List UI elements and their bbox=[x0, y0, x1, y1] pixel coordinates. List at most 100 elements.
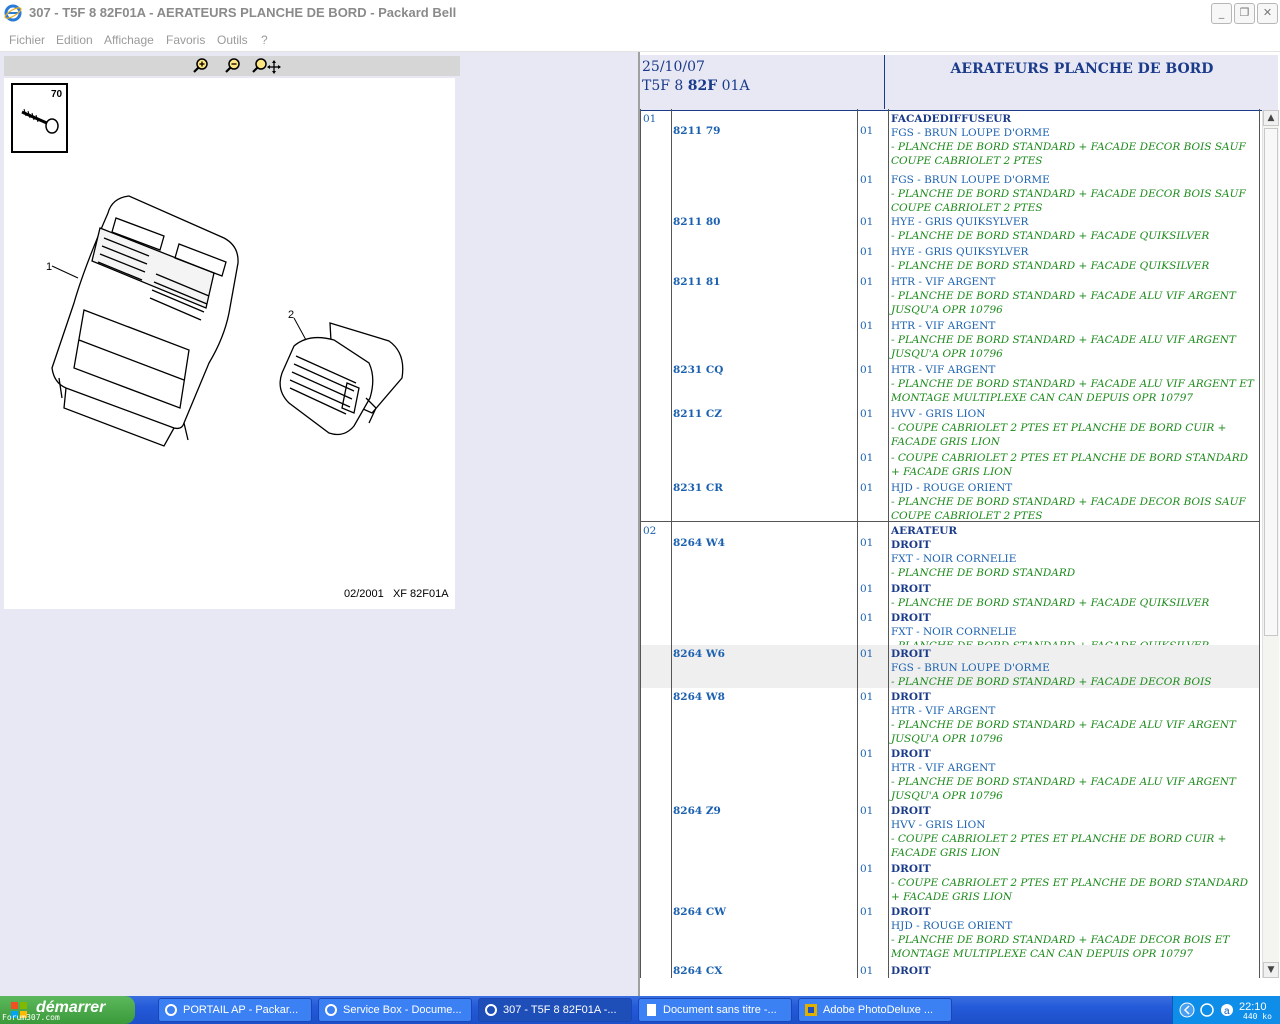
menu-favoris[interactable]: Favoris bbox=[166, 33, 205, 47]
table-row[interactable]: 01 - COUPE CABRIOLET 2 PTES ET PLANCHE DE… bbox=[640, 449, 1260, 479]
zoom-out-icon[interactable] bbox=[224, 57, 242, 75]
color-code: HYE - GRIS QUIKSYLVER bbox=[891, 216, 1029, 228]
menu-outils[interactable]: Outils bbox=[217, 33, 248, 47]
internet-explorer-icon bbox=[165, 1004, 177, 1016]
part-description: HYE - GRIS QUIKSYLVER - PLANCHE DE BORD S… bbox=[891, 215, 1257, 243]
callout-1: 1 bbox=[46, 261, 52, 273]
start-watermark: Forum307.com bbox=[2, 1013, 60, 1022]
table-row[interactable]: 8211 80 01 HYE - GRIS QUIKSYLVER - PLANCHE … bbox=[640, 213, 1260, 243]
task-307-aerateurs[interactable]: 307 - T5F 8 82F01A -... bbox=[478, 998, 632, 1022]
column-divider bbox=[671, 109, 672, 978]
scroll-thumb[interactable] bbox=[1264, 128, 1278, 636]
table-row[interactable]: 8231 CR 01 HJD - ROUGE ORIENT - PLANCHE DE … bbox=[640, 479, 1260, 522]
scroll-up-arrow-icon[interactable]: ▲ bbox=[1263, 110, 1279, 126]
part-description: FGS - BRUN LOUPE D'ORME - PLANCHE DE BORD… bbox=[891, 173, 1257, 215]
application-note: - COUPE CABRIOLET 2 PTES ET PLANCHE DE B… bbox=[891, 833, 1227, 859]
header-reference: T5F 8 82F 01A bbox=[642, 78, 750, 94]
parts-header: 25/10/07 T5F 8 82F 01A AERATEURS PLANCHE… bbox=[640, 55, 1278, 111]
table-row[interactable]: 8264 Z9 01 DROIT HVV - GRIS LION - COUPE CAB… bbox=[640, 802, 1260, 860]
part-description: HJD - ROUGE ORIENT - PLANCHE DE BORD STAN… bbox=[891, 481, 1257, 523]
quantity: 01 bbox=[860, 408, 874, 420]
part-heading: AERATEUR bbox=[891, 525, 958, 537]
task-adobe-photodeluxe[interactable]: Adobe PhotoDeluxe ... bbox=[798, 998, 952, 1022]
scroll-down-arrow-icon[interactable]: ▼ bbox=[1263, 962, 1279, 978]
start-button[interactable]: démarrer Forum307.com bbox=[0, 996, 135, 1024]
quantity: 01 bbox=[860, 965, 874, 977]
task-portail[interactable]: PORTAIL AP - Packar... bbox=[158, 998, 312, 1022]
table-row[interactable]: 8264 W6 01 DROIT FGS - BRUN LOUPE D'ORME - P… bbox=[640, 645, 1260, 688]
table-row[interactable]: 01 DROIT - COUPE CABRIOLET 2 PTES ET PLANC… bbox=[640, 860, 1260, 903]
application-note: - PLANCHE DE BORD STANDARD + FACADE ALU … bbox=[891, 719, 1236, 745]
menu-help[interactable]: ? bbox=[261, 33, 268, 47]
menu-edition[interactable]: Edition bbox=[56, 33, 93, 47]
network-icon[interactable] bbox=[1199, 1002, 1215, 1018]
minimize-button[interactable]: _ bbox=[1211, 3, 1232, 24]
part-number: 8264 Z9 bbox=[673, 805, 721, 817]
color-code: FXT - NOIR CORNELIE bbox=[891, 626, 1017, 638]
table-row[interactable]: 8264 CW 01 DROIT HJD - ROUGE ORIENT - PLANCH… bbox=[640, 903, 1260, 962]
table-row[interactable]: 01 HYE - GRIS QUIKSYLVER - PLANCHE DE BORD… bbox=[640, 243, 1260, 273]
part-description: DROIT bbox=[891, 964, 1257, 978]
header-title-cell: AERATEURS PLANCHE DE BORD bbox=[884, 55, 1279, 109]
table-row[interactable]: 01DROITFXT - NOIR CORNELIE- PLANCHE DE B… bbox=[640, 609, 1260, 652]
leader-line-1 bbox=[51, 265, 79, 279]
table-row[interactable]: 01 FGS - BRUN LOUPE D'ORME - PLANCHE DE BO… bbox=[640, 171, 1260, 215]
part-heading: DROIT bbox=[891, 748, 931, 760]
quantity: 01 bbox=[860, 320, 874, 332]
quantity: 01 bbox=[860, 906, 874, 918]
leader-line-2 bbox=[293, 317, 307, 341]
color-code: HJD - ROUGE ORIENT bbox=[891, 482, 1013, 494]
color-code: HTR - VIF ARGENT bbox=[891, 276, 996, 288]
table-row[interactable]: 01 DROIT HTR - VIF ARGENT - PLANCHE DE BORD… bbox=[640, 745, 1260, 802]
table-row[interactable]: 8211 81 01 HTR - VIF ARGENT - PLANCHE DE BO… bbox=[640, 273, 1260, 317]
table-row[interactable]: 01 8211 79 01 FACADEDIFFUSEUR FGS - BRUN LOU… bbox=[640, 110, 1260, 171]
group-number: 01 bbox=[643, 113, 657, 125]
table-row[interactable]: 01 HTR - VIF ARGENT - PLANCHE DE BORD STAN… bbox=[640, 317, 1260, 361]
part-number: 8264 W6 bbox=[673, 648, 725, 660]
ref-suffix: 01A bbox=[717, 78, 750, 94]
application-note: - PLANCHE DE BORD STANDARD + FACADE DECO… bbox=[891, 934, 1230, 960]
system-tray: a 22:10 440 ko bbox=[1172, 996, 1280, 1024]
vertical-scrollbar[interactable]: ▲ ▼ bbox=[1262, 110, 1279, 978]
application-note: - PLANCHE DE BORD STANDARD + FACADE DECO… bbox=[891, 188, 1246, 214]
task-document-sans-titre[interactable]: Document sans titre -... bbox=[638, 998, 792, 1022]
quantity: 01 bbox=[860, 691, 874, 703]
caption-date: 02/2001 bbox=[344, 588, 384, 600]
restore-button[interactable]: ❐ bbox=[1234, 3, 1255, 24]
menu-affichage[interactable]: Affichage bbox=[104, 33, 154, 47]
part-heading: DROIT bbox=[891, 691, 931, 703]
table-row[interactable]: 02 8264 W4 01 AERATEUR DROIT FXT - NOIR CORNE… bbox=[640, 522, 1260, 580]
task-service-box[interactable]: Service Box - Docume... bbox=[318, 998, 472, 1022]
color-code: HTR - VIF ARGENT bbox=[891, 364, 996, 376]
menu-fichier[interactable]: Fichier bbox=[9, 33, 45, 47]
antivirus-icon[interactable]: a bbox=[1219, 1002, 1235, 1018]
svg-text:a: a bbox=[1224, 1006, 1230, 1017]
table-row[interactable]: 01 DROIT - PLANCHE DE BORD STANDARD + FACA… bbox=[640, 580, 1260, 609]
part-heading: DROIT bbox=[891, 612, 931, 624]
quantity: 01 bbox=[860, 482, 874, 494]
part-heading: DROIT bbox=[891, 965, 931, 977]
table-row[interactable]: 8264 W8 01 DROIT HTR - VIF ARGENT - PLANCHE … bbox=[640, 688, 1260, 745]
quantity: 01 bbox=[860, 863, 874, 875]
group-number: 02 bbox=[643, 525, 657, 537]
part-number: 8264 CW bbox=[673, 906, 727, 918]
table-row[interactable]: 8231 CQ 01 HTR - VIF ARGENT - PLANCHE DE BO… bbox=[640, 361, 1260, 405]
part-description: HTR - VIF ARGENT - PLANCHE DE BORD STANDA… bbox=[891, 363, 1257, 405]
zoom-in-icon[interactable] bbox=[192, 57, 210, 75]
menu-bar: Fichier Edition Affichage Favoris Outils… bbox=[0, 27, 1280, 52]
tray-chevron-icon[interactable] bbox=[1179, 1002, 1195, 1018]
color-code: HTR - VIF ARGENT bbox=[891, 762, 996, 774]
part-heading: DROIT bbox=[891, 583, 931, 595]
table-row[interactable]: 8264 CX 01 DROIT bbox=[640, 962, 1260, 979]
pan-zoom-icon[interactable] bbox=[252, 57, 282, 75]
part-number: 8264 W4 bbox=[673, 537, 725, 549]
internet-explorer-icon bbox=[325, 1004, 337, 1016]
part-description: DROIT HVV - GRIS LION - COUPE CABRIOLET 2 … bbox=[891, 804, 1257, 860]
parts-list-pane: 25/10/07 T5F 8 82F 01A AERATEURS PLANCHE… bbox=[640, 52, 1280, 996]
close-button[interactable]: ✕ bbox=[1257, 3, 1278, 24]
header-title: AERATEURS PLANCHE DE BORD bbox=[950, 61, 1214, 77]
color-code: FGS - BRUN LOUPE D'ORME bbox=[891, 174, 1050, 186]
table-row[interactable]: 8211 CZ 01 HVV - GRIS LION - COUPE CABRIOLE… bbox=[640, 405, 1260, 449]
header-date: 25/10/07 bbox=[642, 59, 705, 75]
quantity: 01 bbox=[860, 612, 874, 624]
